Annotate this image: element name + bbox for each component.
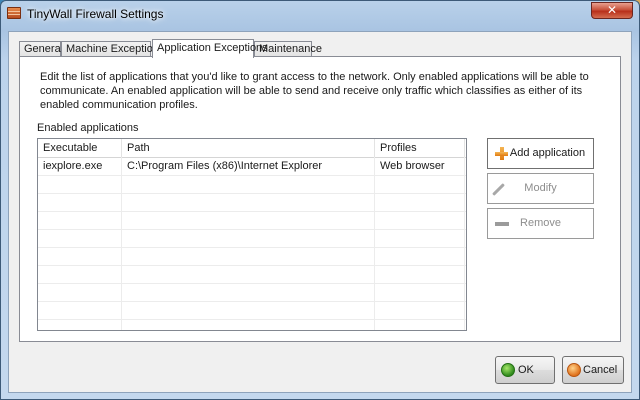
cell-executable: iexplore.exe	[43, 160, 103, 172]
cell-path: C:\Program Files (x86)\Internet Explorer	[127, 160, 323, 172]
cancel-button[interactable]: Cancel	[562, 356, 624, 384]
cell-profiles: Web browser	[380, 160, 445, 172]
window-title: TinyWall Firewall Settings	[27, 7, 164, 21]
cancel-label: Cancel	[583, 364, 618, 376]
close-button[interactable]: ✕	[591, 2, 633, 19]
tab-page-application-exceptions: Edit the list of applications that you'd…	[19, 56, 621, 342]
applications-list[interactable]: Executable Path Profiles iexplore.exe C:…	[37, 138, 467, 331]
column-header-executable[interactable]: Executable	[38, 139, 122, 157]
empty-row	[38, 194, 466, 212]
ok-label: OK	[518, 364, 534, 376]
remove-button[interactable]: Remove	[487, 208, 594, 239]
empty-row	[38, 284, 466, 302]
client-area: General Machine Exceptions Application E…	[8, 31, 632, 393]
description-text: Edit the list of applications that you'd…	[40, 71, 589, 111]
green-circle-icon	[501, 363, 515, 377]
ok-button[interactable]: OK	[495, 356, 555, 384]
add-application-label: Add application	[509, 147, 586, 159]
empty-row	[38, 248, 466, 266]
orange-circle-icon	[567, 363, 581, 377]
empty-row	[38, 176, 466, 194]
settings-window: TinyWall Firewall Settings ✕ General Mac…	[0, 0, 640, 400]
empty-row	[38, 212, 466, 230]
enabled-applications-label: Enabled applications	[37, 122, 139, 134]
tab-general[interactable]: General	[19, 41, 63, 57]
firewall-icon	[7, 7, 21, 19]
list-header: Executable Path Profiles	[38, 139, 466, 158]
modify-button[interactable]: Modify	[487, 173, 594, 204]
column-header-profiles[interactable]: Profiles	[375, 139, 465, 157]
table-row[interactable]: iexplore.exe C:\Program Files (x86)\Inte…	[38, 158, 466, 176]
empty-row	[38, 230, 466, 248]
empty-row	[38, 266, 466, 284]
modify-label: Modify	[524, 182, 557, 194]
title-bar[interactable]: TinyWall Firewall Settings ✕	[1, 1, 639, 27]
empty-row	[38, 302, 466, 320]
tab-machine-exceptions[interactable]: Machine Exceptions	[61, 41, 164, 57]
tab-application-exceptions[interactable]: Application Exceptions	[152, 39, 268, 58]
add-application-button[interactable]: Add application	[487, 138, 594, 169]
column-header-path[interactable]: Path	[122, 139, 375, 157]
remove-label: Remove	[520, 217, 561, 229]
